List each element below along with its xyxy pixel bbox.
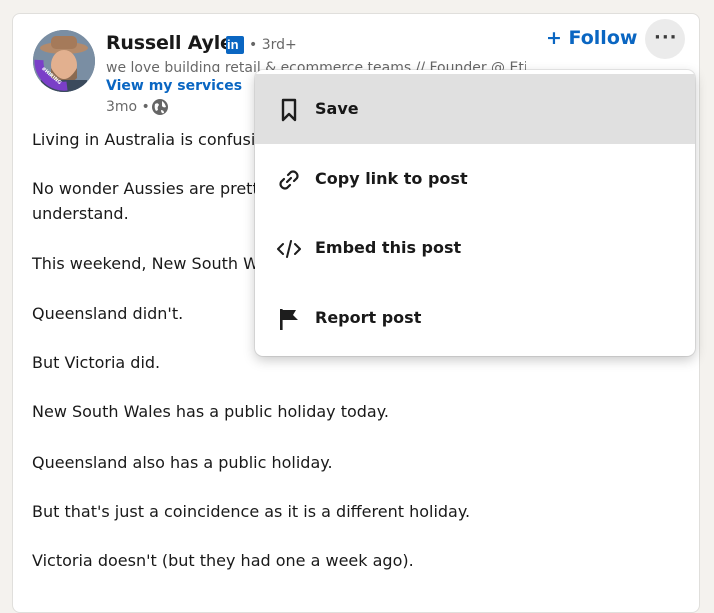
menu-item-label: Save: [315, 99, 359, 118]
post-options-menu: Save Copy link to post Embed this post R…: [255, 70, 695, 356]
menu-item-embed[interactable]: Embed this post: [255, 213, 695, 283]
menu-item-label: Copy link to post: [315, 169, 468, 188]
menu-item-label: Embed this post: [315, 238, 462, 257]
hiring-ring: [34, 59, 68, 91]
author-avatar[interactable]: #HIRING: [33, 30, 95, 92]
follow-button[interactable]: + Follow: [546, 27, 637, 49]
post-timestamp: 3mo •: [106, 99, 150, 115]
view-services-link[interactable]: View my services: [106, 78, 242, 94]
menu-item-copy-link[interactable]: Copy link to post: [255, 144, 695, 214]
connection-degree: • 3rd+: [249, 37, 297, 53]
author-name[interactable]: Russell Ayles: [106, 32, 244, 54]
bookmark-icon: [281, 98, 297, 122]
code-icon: [277, 240, 301, 258]
post-paragraph: New South Wales has a public holiday tod…: [32, 402, 389, 421]
link-icon: [279, 170, 299, 190]
post-paragraph: But Victoria did.: [32, 353, 161, 372]
post-paragraph: Victoria doesn't (but they had one a wee…: [32, 551, 414, 570]
more-options-button[interactable]: ···: [645, 19, 685, 59]
post-paragraph: understand.: [32, 204, 129, 223]
menu-item-report[interactable]: Report post: [255, 283, 695, 353]
globe-icon: [152, 99, 168, 115]
ellipsis-icon: ···: [654, 27, 678, 48]
post-paragraph: Queensland didn't.: [32, 304, 184, 323]
post-paragraph: But that's just a coincidence as it is a…: [32, 502, 471, 521]
menu-item-label: Report post: [315, 308, 422, 327]
post-paragraph: Queensland also has a public holiday.: [32, 453, 333, 472]
menu-item-save[interactable]: Save: [255, 74, 695, 144]
linkedin-premium-icon: in: [226, 36, 244, 54]
flag-icon: [280, 309, 298, 330]
